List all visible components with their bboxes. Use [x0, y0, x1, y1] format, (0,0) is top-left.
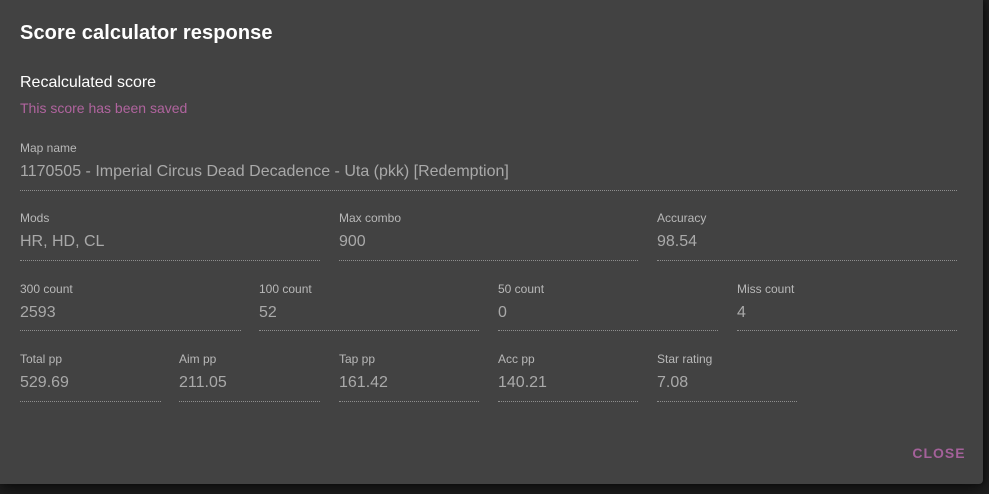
acc-pp-field[interactable]: Acc pp 140.21	[498, 352, 638, 402]
count-300-value: 2593	[20, 304, 56, 321]
acc-pp-label: Acc pp	[498, 352, 535, 366]
count-50-field[interactable]: 50 count 0	[498, 282, 718, 331]
dialog-title: Score calculator response	[20, 22, 273, 44]
max-combo-label: Max combo	[339, 211, 402, 225]
tap-pp-field[interactable]: Tap pp 161.42	[339, 352, 479, 402]
recalculated-score-heading: Recalculated score	[20, 74, 157, 91]
count-50-value: 0	[498, 304, 507, 321]
max-combo-field[interactable]: Max combo 900	[339, 211, 638, 261]
miss-count-value: 4	[737, 304, 746, 321]
count-300-field[interactable]: 300 count 2593	[20, 282, 241, 331]
map-name-field[interactable]: Map name 1170505 - Imperial Circus Dead …	[20, 141, 957, 191]
total-pp-label: Total pp	[20, 352, 63, 366]
map-name-label: Map name	[20, 141, 77, 155]
count-50-label: 50 count	[498, 282, 545, 296]
aim-pp-value: 211.05	[179, 374, 227, 391]
accuracy-label: Accuracy	[657, 211, 707, 225]
close-button[interactable]: CLOSE	[906, 440, 972, 466]
star-rating-field[interactable]: Star rating 7.08	[657, 352, 797, 402]
max-combo-value: 900	[339, 233, 366, 250]
tap-pp-value: 161.42	[339, 374, 388, 391]
accuracy-field[interactable]: Accuracy 98.54	[657, 211, 957, 261]
star-rating-value: 7.08	[657, 374, 689, 391]
count-300-label: 300 count	[20, 282, 73, 296]
count-100-value: 52	[259, 304, 277, 321]
mods-value: HR, HD, CL	[20, 233, 105, 250]
total-pp-value: 529.69	[20, 374, 69, 391]
count-100-label: 100 count	[259, 282, 312, 296]
aim-pp-field[interactable]: Aim pp 211.05	[179, 352, 320, 402]
mods-label: Mods	[20, 211, 50, 225]
score-saved-message: This score has been saved	[20, 100, 188, 116]
tap-pp-label: Tap pp	[339, 352, 376, 366]
acc-pp-value: 140.21	[498, 374, 547, 391]
count-100-field[interactable]: 100 count 52	[259, 282, 479, 331]
aim-pp-label: Aim pp	[179, 352, 217, 366]
star-rating-label: Star rating	[657, 352, 713, 366]
score-calculator-dialog: Score calculator response Recalculated s…	[0, 0, 983, 484]
mods-field[interactable]: Mods HR, HD, CL	[20, 211, 320, 261]
total-pp-field[interactable]: Total pp 529.69	[20, 352, 161, 402]
miss-count-label: Miss count	[737, 282, 795, 296]
miss-count-field[interactable]: Miss count 4	[737, 282, 957, 331]
map-name-value: 1170505 - Imperial Circus Dead Decadence…	[20, 163, 509, 180]
accuracy-value: 98.54	[657, 233, 698, 250]
